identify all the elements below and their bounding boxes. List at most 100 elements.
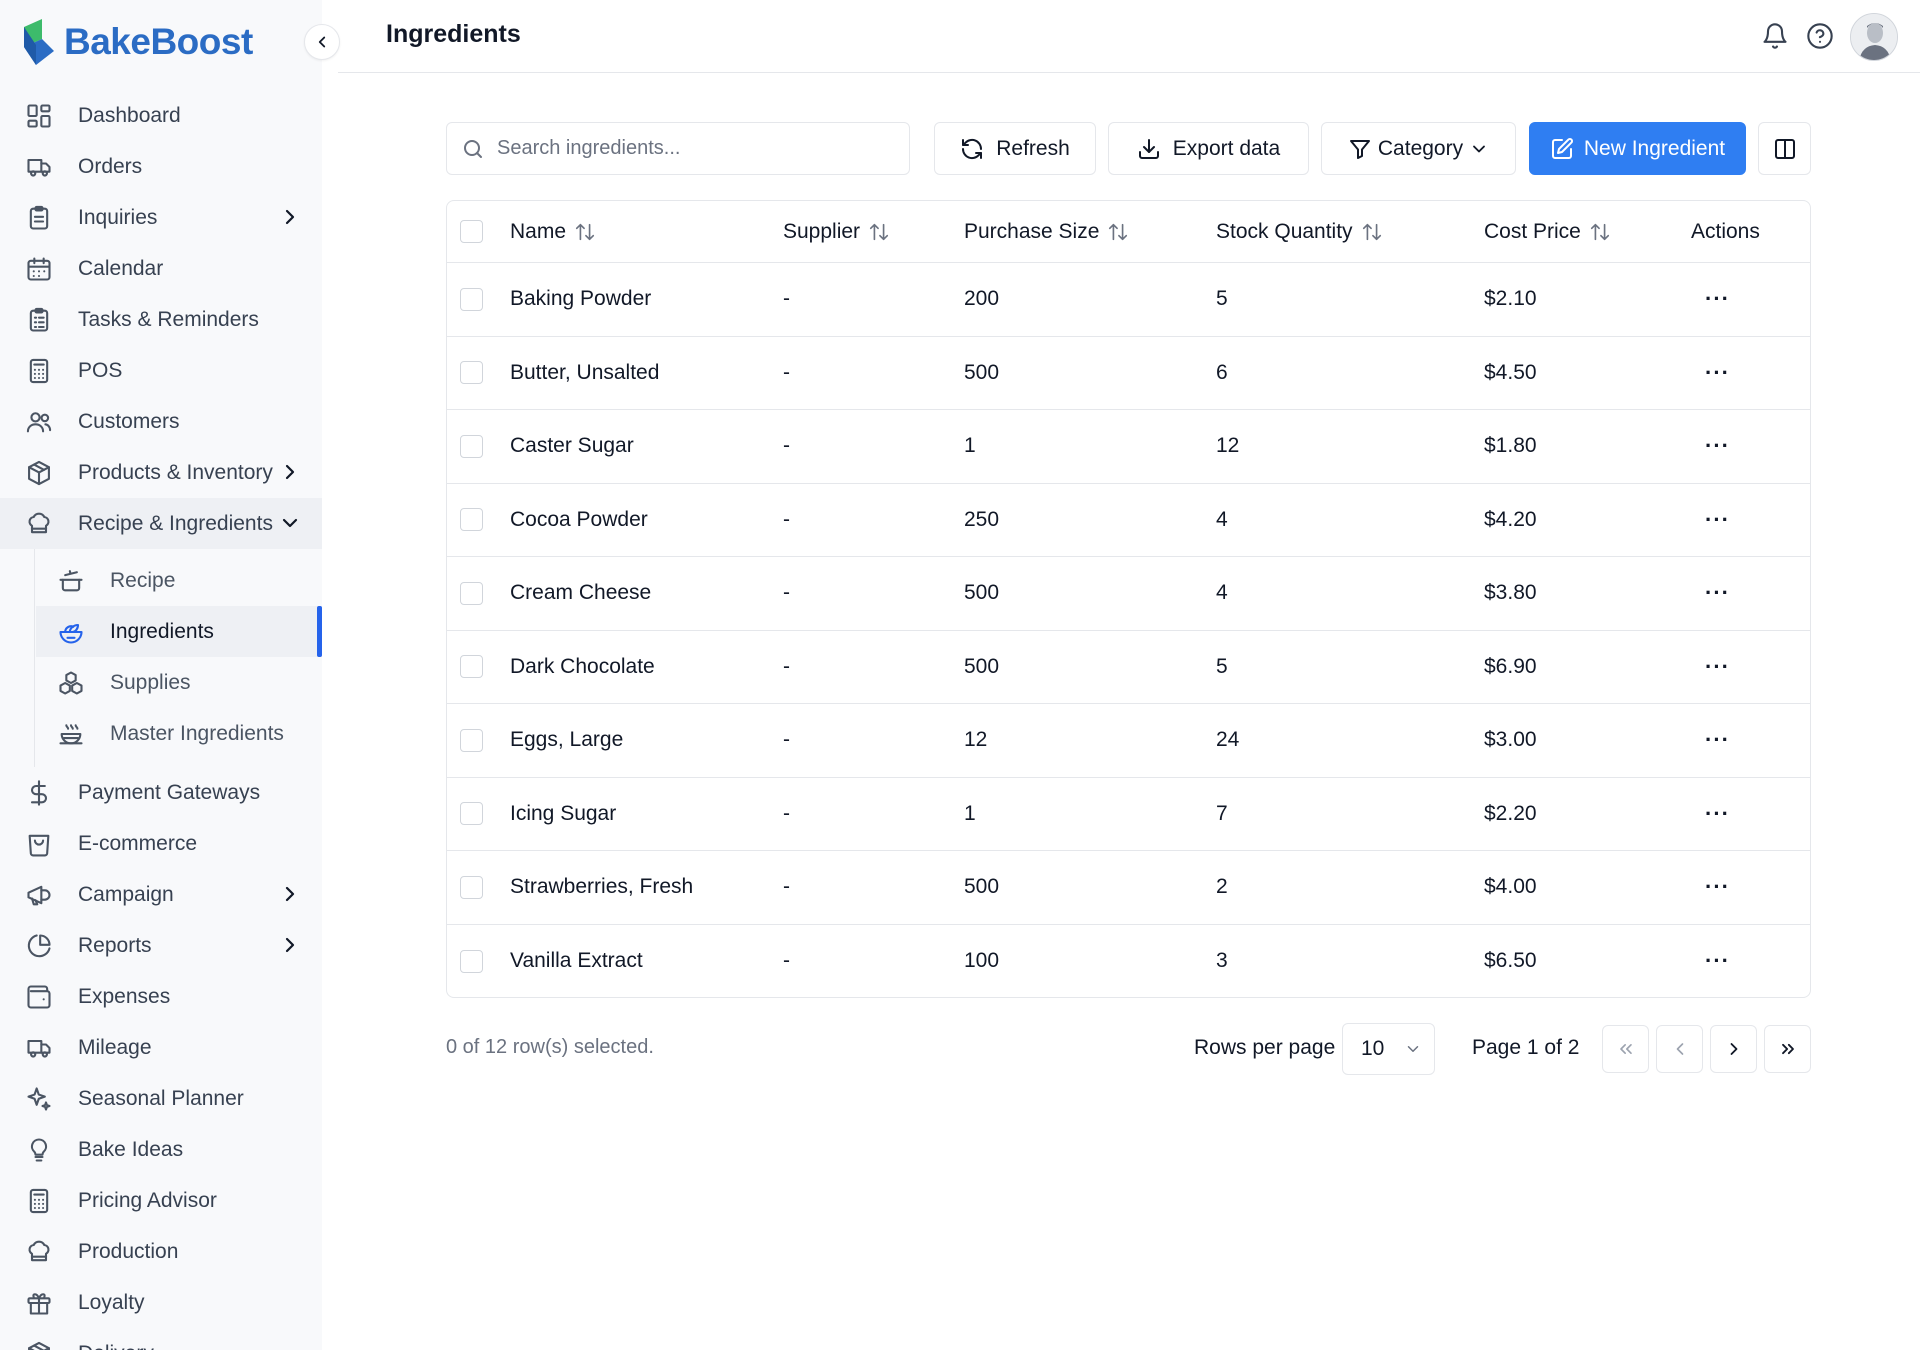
sidebar-item-ingredients[interactable]: Ingredients: [36, 606, 322, 657]
category-filter-button[interactable]: Category: [1321, 122, 1516, 175]
cell-stock: 3: [1216, 949, 1228, 973]
sidebar-item-pricing-advisor[interactable]: Pricing Advisor: [0, 1175, 322, 1226]
sidebar-item-delivery[interactable]: Delivery: [0, 1328, 322, 1350]
column-label: Actions: [1691, 219, 1760, 243]
table-row[interactable]: Caster Sugar - 1 12 $1.80 ···: [447, 410, 1810, 484]
sidebar-item-bake-ideas[interactable]: Bake Ideas: [0, 1124, 322, 1175]
toggle-columns-button[interactable]: [1758, 122, 1811, 175]
previous-page-button[interactable]: [1656, 1025, 1703, 1073]
refresh-button[interactable]: Refresh: [934, 122, 1096, 175]
sidebar-item-calendar[interactable]: Calendar: [0, 243, 322, 294]
nav-icon-wrap: [24, 458, 54, 488]
row-checkbox[interactable]: [460, 581, 483, 605]
search-box[interactable]: [446, 122, 910, 175]
row-checkbox[interactable]: [460, 802, 483, 826]
row-checkbox-cell: [460, 484, 483, 557]
cell-supplier: -: [783, 581, 790, 605]
sidebar-item-tasks-and-reminders[interactable]: Tasks & Reminders: [0, 294, 322, 345]
chevron-down-icon: [1473, 145, 1486, 152]
column-header-purchase-size[interactable]: Purchase Size: [964, 201, 1129, 262]
row-actions-menu-button[interactable]: ···: [1705, 704, 1730, 777]
column-header-cost-price[interactable]: Cost Price: [1484, 201, 1611, 262]
sidebar-item-production[interactable]: Production: [0, 1226, 322, 1277]
sidebar-item-loyalty[interactable]: Loyalty: [0, 1277, 322, 1328]
collapse-sidebar-button[interactable]: [304, 24, 340, 60]
sidebar-item-recipe[interactable]: Recipe: [0, 555, 322, 606]
search-input[interactable]: [497, 137, 877, 160]
sidebar-item-label: POS: [78, 358, 123, 382]
column-header-stock-quantity[interactable]: Stock Quantity: [1216, 201, 1383, 262]
row-actions-menu-button[interactable]: ···: [1705, 337, 1730, 410]
column-header-supplier[interactable]: Supplier: [783, 201, 890, 262]
wallet-icon: [27, 984, 51, 1009]
row-checkbox[interactable]: [460, 875, 483, 899]
sidebar-item-dashboard[interactable]: Dashboard: [0, 90, 322, 141]
row-checkbox[interactable]: [460, 361, 483, 385]
nav-icon-wrap: [24, 1135, 54, 1165]
nav-icon-wrap: [24, 305, 54, 335]
sidebar-item-master-ingredients[interactable]: Master Ingredients: [0, 708, 322, 759]
row-checkbox[interactable]: [460, 508, 483, 532]
sidebar-item-customers[interactable]: Customers: [0, 396, 322, 447]
sidebar-item-campaign[interactable]: Campaign: [0, 869, 322, 920]
notifications-button[interactable]: [1758, 19, 1792, 53]
row-actions-menu-button[interactable]: ···: [1705, 778, 1730, 851]
row-checkbox[interactable]: [460, 655, 483, 679]
row-actions-menu-button[interactable]: ···: [1705, 557, 1730, 630]
user-avatar[interactable]: [1850, 13, 1898, 61]
row-actions-menu-button[interactable]: ···: [1705, 410, 1730, 483]
column-header-name[interactable]: Name: [510, 201, 596, 262]
next-page-button[interactable]: [1710, 1025, 1757, 1073]
sidebar-item-products-and-inventory[interactable]: Products & Inventory: [0, 447, 322, 498]
row-actions-menu-button[interactable]: ···: [1705, 925, 1730, 998]
first-page-button[interactable]: [1602, 1025, 1649, 1073]
table-row[interactable]: Cocoa Powder - 250 4 $4.20 ···: [447, 484, 1810, 557]
row-checkbox[interactable]: [460, 287, 483, 311]
sidebar-item-payment-gateways[interactable]: Payment Gateways: [0, 767, 322, 818]
truck-icon: [27, 158, 51, 177]
chevron-left-icon: [318, 36, 326, 48]
table-row[interactable]: Eggs, Large - 12 24 $3.00 ···: [447, 704, 1810, 778]
sort-icon: [575, 223, 595, 240]
sidebar-item-label: Products & Inventory: [78, 460, 273, 484]
sidebar-item-label: Bake Ideas: [78, 1137, 184, 1161]
sidebar-item-supplies[interactable]: Supplies: [0, 657, 322, 708]
sidebar-item-reports[interactable]: Reports: [0, 920, 322, 971]
table-row[interactable]: Butter, Unsalted - 500 6 $4.50 ···: [447, 337, 1810, 410]
row-actions-menu-button[interactable]: ···: [1705, 851, 1730, 924]
cell-name: Eggs, Large: [510, 728, 624, 752]
sort-icon: [869, 223, 889, 240]
row-actions-menu-button[interactable]: ···: [1705, 631, 1730, 704]
row-actions-menu-button[interactable]: ···: [1705, 484, 1730, 557]
sidebar-item-mileage[interactable]: Mileage: [0, 1022, 322, 1073]
help-button[interactable]: [1803, 19, 1837, 53]
cell-cost: $3.00: [1484, 728, 1537, 752]
table-row[interactable]: Baking Powder - 200 5 $2.10 ···: [447, 263, 1810, 337]
sidebar-item-pos[interactable]: POS: [0, 345, 322, 396]
row-checkbox[interactable]: [460, 949, 483, 973]
sidebar-item-label: Supplies: [110, 670, 191, 694]
row-checkbox[interactable]: [460, 728, 483, 752]
cell-purchase-size: 250: [964, 507, 1000, 531]
sidebar-item-e-commerce[interactable]: E-commerce: [0, 818, 322, 869]
select-all-checkbox[interactable]: [460, 220, 483, 243]
table-row[interactable]: Vanilla Extract - 100 3 $6.50 ···: [447, 925, 1810, 998]
row-actions-menu-button[interactable]: ···: [1705, 263, 1730, 336]
export-data-button[interactable]: Export data: [1108, 122, 1309, 175]
new-ingredient-button[interactable]: New Ingredient: [1529, 122, 1746, 175]
last-page-button[interactable]: [1764, 1025, 1811, 1073]
table-row[interactable]: Strawberries, Fresh - 500 2 $4.00 ···: [447, 851, 1810, 925]
sidebar-item-inquiries[interactable]: Inquiries: [0, 192, 322, 243]
sidebar-item-label: Mileage: [78, 1035, 152, 1059]
table-row[interactable]: Icing Sugar - 1 7 $2.20 ···: [447, 778, 1810, 851]
row-checkbox[interactable]: [460, 434, 483, 458]
brand[interactable]: BakeBoost: [22, 16, 253, 68]
sidebar-item-recipe-and-ingredients[interactable]: Recipe & Ingredients: [0, 498, 322, 549]
sidebar-item-expenses[interactable]: Expenses: [0, 971, 322, 1022]
sidebar-item-orders[interactable]: Orders: [0, 141, 322, 192]
table-row[interactable]: Cream Cheese - 500 4 $3.80 ···: [447, 557, 1810, 631]
sidebar-item-seasonal-planner[interactable]: Seasonal Planner: [0, 1073, 322, 1124]
rows-per-page-select[interactable]: 10: [1342, 1023, 1435, 1075]
sidebar-item-label: Master Ingredients: [110, 721, 284, 745]
table-row[interactable]: Dark Chocolate - 500 5 $6.90 ···: [447, 631, 1810, 704]
